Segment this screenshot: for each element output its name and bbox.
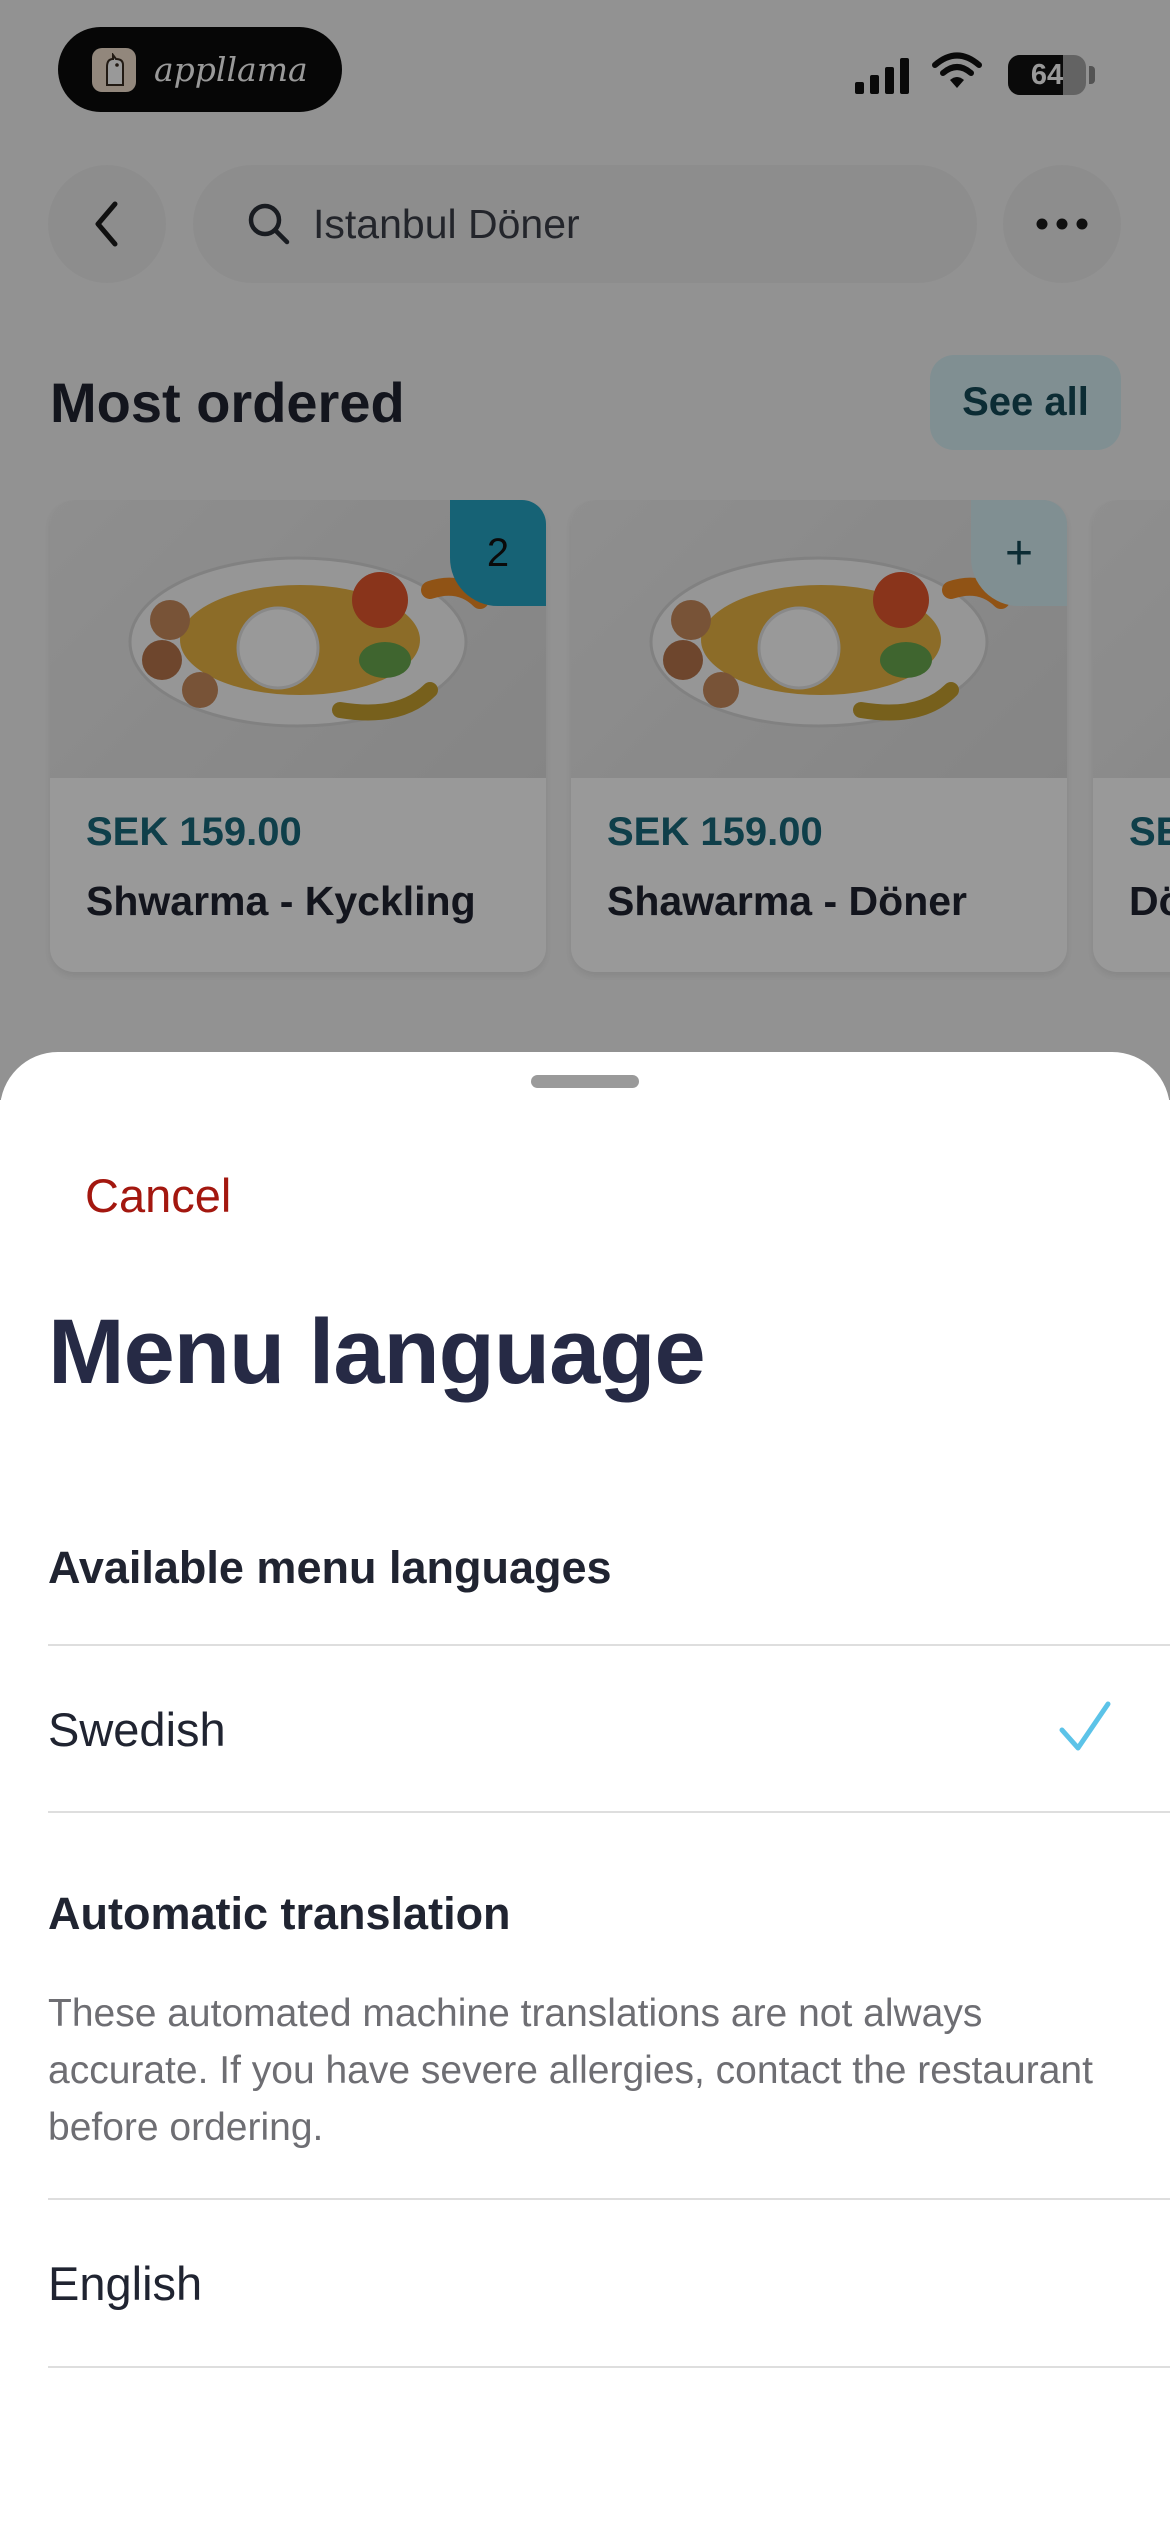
checkmark-icon xyxy=(1059,1701,1111,1751)
translation-disclaimer: These automated machine translations are… xyxy=(48,1992,1093,2149)
automatic-translation-label: Automatic translation xyxy=(48,1888,511,1939)
language-label: Swedish xyxy=(48,1703,226,1756)
cancel-button[interactable]: Cancel xyxy=(85,1168,231,1223)
language-label: English xyxy=(48,2257,203,2310)
sheet-title: Menu language xyxy=(48,1301,706,1403)
language-row-swedish[interactable]: Swedish xyxy=(0,1646,1170,1812)
available-languages-label: Available menu languages xyxy=(48,1542,612,1593)
sheet-grabber[interactable] xyxy=(531,1075,639,1088)
divider xyxy=(48,2366,1170,2368)
language-row-english[interactable]: English xyxy=(0,2200,1170,2366)
dim-overlay[interactable] xyxy=(0,0,1170,1100)
divider xyxy=(48,1811,1170,1813)
